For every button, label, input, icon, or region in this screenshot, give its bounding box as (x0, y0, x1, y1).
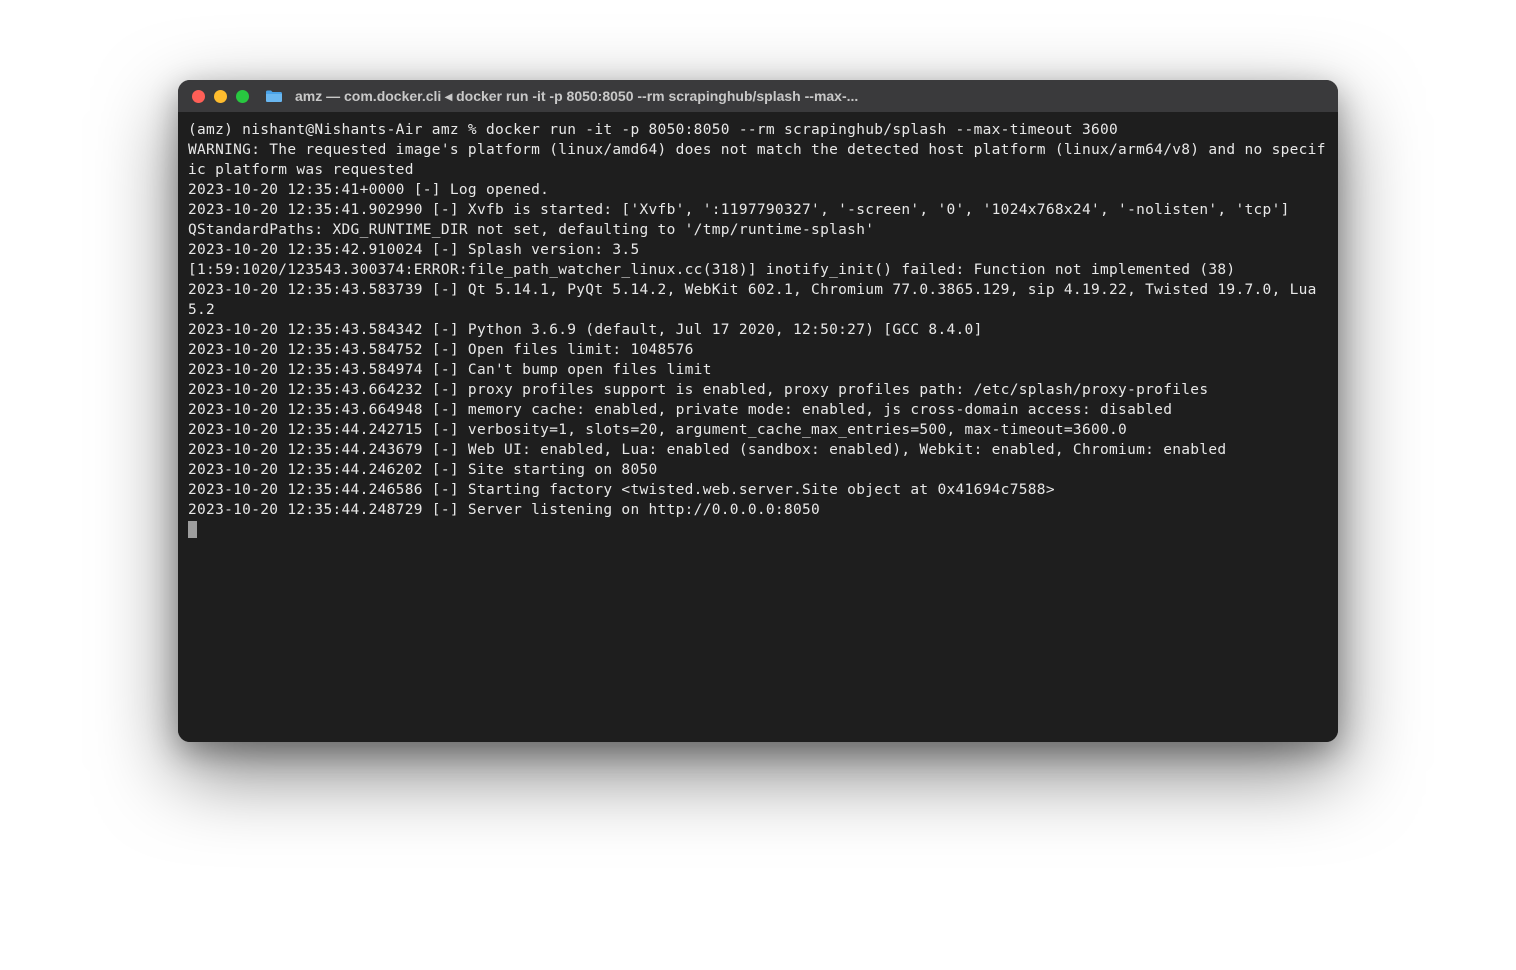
traffic-lights (192, 90, 249, 103)
cursor (188, 521, 197, 538)
minimize-button[interactable] (214, 90, 227, 103)
output-line: 2023-10-20 12:35:44.248729 [-] Server li… (188, 502, 820, 518)
output-line: 2023-10-20 12:35:43.664948 [-] memory ca… (188, 402, 1172, 418)
output-line: 2023-10-20 12:35:42.910024 [-] Splash ve… (188, 242, 640, 258)
output-line: 2023-10-20 12:35:43.584342 [-] Python 3.… (188, 322, 983, 338)
output-line: 2023-10-20 12:35:43.583739 [-] Qt 5.14.1… (188, 282, 1326, 318)
output-line: 2023-10-20 12:35:44.246202 [-] Site star… (188, 462, 658, 478)
maximize-button[interactable] (236, 90, 249, 103)
title-bar[interactable]: amz — com.docker.cli ◂ docker run -it -p… (178, 80, 1338, 112)
window-title: amz — com.docker.cli ◂ docker run -it -p… (295, 88, 1324, 105)
output-line: 2023-10-20 12:35:44.243679 [-] Web UI: e… (188, 442, 1226, 458)
terminal-content[interactable]: (amz) nishant@Nishants-Air amz % docker … (188, 120, 1328, 540)
terminal-body[interactable]: (amz) nishant@Nishants-Air amz % docker … (178, 112, 1338, 742)
output-line: 2023-10-20 12:35:44.246586 [-] Starting … (188, 482, 1055, 498)
output-line: 2023-10-20 12:35:41+0000 [-] Log opened. (188, 182, 549, 198)
output-line: 2023-10-20 12:35:43.584974 [-] Can't bum… (188, 362, 712, 378)
prompt: (amz) nishant@Nishants-Air amz % (188, 122, 486, 138)
command: docker run -it -p 8050:8050 --rm scrapin… (486, 122, 1118, 138)
output-line: WARNING: The requested image's platform … (188, 142, 1326, 178)
output-line: QStandardPaths: XDG_RUNTIME_DIR not set,… (188, 222, 874, 238)
output-line: [1:59:1020/123543.300374:ERROR:file_path… (188, 262, 1235, 278)
close-button[interactable] (192, 90, 205, 103)
output-line: 2023-10-20 12:35:44.242715 [-] verbosity… (188, 422, 1127, 438)
output-line: 2023-10-20 12:35:43.664232 [-] proxy pro… (188, 382, 1208, 398)
folder-icon (265, 89, 283, 103)
terminal-window: amz — com.docker.cli ◂ docker run -it -p… (178, 80, 1338, 742)
output-line: 2023-10-20 12:35:41.902990 [-] Xvfb is s… (188, 202, 1290, 218)
output-line: 2023-10-20 12:35:43.584752 [-] Open file… (188, 342, 694, 358)
